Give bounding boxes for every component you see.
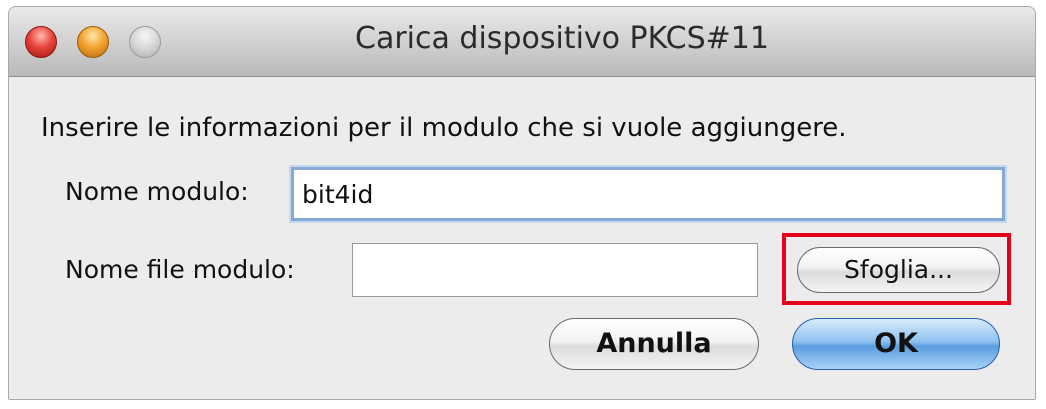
highlight-box <box>782 233 1011 305</box>
title-bar[interactable]: Carica dispositivo PKCS#11 <box>9 7 1035 77</box>
cancel-button[interactable]: Annulla <box>549 318 759 370</box>
window-title: Carica dispositivo PKCS#11 <box>355 21 769 56</box>
ok-button[interactable]: OK <box>792 318 1000 370</box>
instructions-text: Inserire le informazioni per il modulo c… <box>41 113 847 143</box>
dialog-window: Carica dispositivo PKCS#11 Inserire le i… <box>8 6 1036 400</box>
module-file-label: Nome file modulo: <box>65 255 295 284</box>
module-name-label: Nome modulo: <box>65 177 249 206</box>
module-file-input[interactable] <box>352 243 758 297</box>
module-name-input[interactable]: bit4id <box>291 167 1005 221</box>
